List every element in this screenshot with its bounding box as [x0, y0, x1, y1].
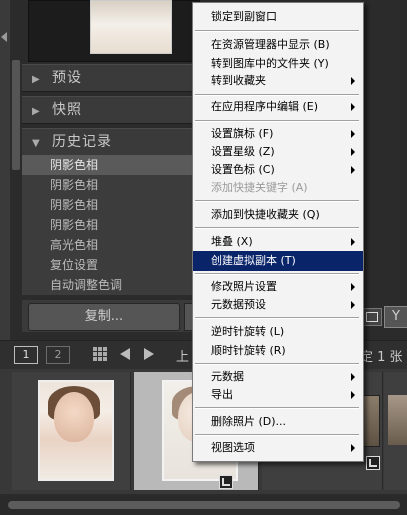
navigator-preview-image: [90, 0, 172, 54]
menu-item-set-flag[interactable]: 设置旗标 (F): [193, 124, 363, 144]
panel-header-history[interactable]: ▼ 历史记录: [22, 128, 197, 156]
main-window-button[interactable]: 1: [14, 346, 38, 364]
menu-separator: [195, 200, 359, 202]
before-after-view-button[interactable]: Y: [384, 306, 407, 328]
grid-view-icon[interactable]: [93, 347, 107, 361]
submenu-arrow-icon: [351, 148, 355, 156]
collapsed-triangle-icon: ▶: [32, 106, 40, 117]
menu-item-label: 设置旗标 (F): [211, 127, 274, 140]
menu-item-label: 元数据: [211, 370, 244, 383]
menu-item-set-color-label[interactable]: 设置色标 (C): [193, 160, 363, 180]
menu-item-label: 在资源管理器中显示 (B): [211, 38, 330, 51]
left-panel-scrollbar[interactable]: [12, 60, 20, 170]
forward-arrow-icon[interactable]: [144, 348, 154, 360]
secondary-window-button[interactable]: 2: [46, 346, 70, 364]
history-item[interactable]: 阴影色相: [22, 175, 197, 195]
history-item[interactable]: 自动调整色调: [22, 275, 197, 295]
submenu-arrow-icon: [351, 238, 355, 246]
context-menu: 锁定到副窗口 在资源管理器中显示 (B) 转到图库中的文件夹 (Y) 转到收藏夹…: [192, 2, 364, 462]
submenu-arrow-icon: [351, 301, 355, 309]
panel-header-presets[interactable]: ▶ 预设: [22, 64, 197, 92]
copy-button[interactable]: 复制...: [28, 303, 180, 331]
menu-item-metadata-presets[interactable]: 元数据预设: [193, 295, 363, 315]
menu-item-label: 删除照片 (D)...: [211, 415, 287, 428]
menu-separator: [195, 317, 359, 319]
menu-item-go-to-collection[interactable]: 转到收藏夹: [193, 71, 363, 91]
menu-item-edit-in[interactable]: 在应用程序中编辑 (E): [193, 97, 363, 117]
history-item[interactable]: 高光色相: [22, 235, 197, 255]
menu-separator: [195, 407, 359, 409]
panel-header-snapshots[interactable]: ▶ 快照: [22, 96, 197, 124]
menu-item-rotate-left[interactable]: 逆时针旋转 (L): [193, 322, 363, 342]
menu-item-label: 设置色标 (C): [211, 163, 275, 176]
photo-thumbnail[interactable]: [388, 395, 407, 445]
submenu-arrow-icon: [351, 166, 355, 174]
menu-item-label: 设置星级 (Z): [211, 145, 275, 158]
menu-item-label: 在应用程序中编辑 (E): [211, 100, 319, 113]
menu-item-label: 顺时针旋转 (R): [211, 344, 286, 357]
loupe-view-button[interactable]: [362, 308, 382, 326]
submenu-arrow-icon: [351, 373, 355, 381]
loupe-view-icon: [366, 312, 378, 322]
menu-item-label: 转到图库中的文件夹 (Y): [211, 57, 329, 70]
submenu-arrow-icon: [351, 103, 355, 111]
submenu-arrow-icon: [351, 444, 355, 452]
photo-thumbnail[interactable]: [38, 380, 114, 481]
thumbnail-face: [54, 392, 94, 442]
menu-item-delete-photo[interactable]: 删除照片 (D)...: [193, 412, 363, 432]
menu-item-label: 添加到快捷收藏夹 (Q): [211, 208, 320, 221]
menu-separator: [195, 120, 359, 122]
menu-item-view-options[interactable]: 视图选项: [193, 438, 363, 458]
edited-badge-icon: [366, 456, 380, 470]
menu-item-label: 转到收藏夹: [211, 74, 266, 87]
menu-separator: [195, 94, 359, 96]
panel-header-label: 历史记录: [52, 134, 112, 150]
menu-item-label: 修改照片设置: [211, 280, 277, 293]
menu-separator: [195, 363, 359, 365]
filmstrip-source-label[interactable]: 上: [176, 346, 189, 365]
menu-item-label: 导出: [211, 388, 233, 401]
submenu-arrow-icon: [351, 77, 355, 85]
filmstrip-scrollbar-thumb[interactable]: [8, 501, 400, 509]
submenu-arrow-icon: [351, 391, 355, 399]
collapse-left-panel-icon[interactable]: [1, 32, 7, 42]
menu-item-stacking[interactable]: 堆叠 (X): [193, 232, 363, 252]
menu-item-label: 元数据预设: [211, 298, 266, 311]
submenu-arrow-icon: [351, 130, 355, 138]
menu-separator: [195, 30, 359, 32]
menu-item-label: 视图选项: [211, 441, 255, 454]
back-arrow-icon[interactable]: [120, 348, 130, 360]
history-item[interactable]: 阴影色相: [22, 195, 197, 215]
menu-item-label: 锁定到副窗口: [211, 10, 277, 23]
menu-item-add-shortcut-keyword: 添加快捷关键字 (A): [193, 178, 363, 198]
panel-header-label: 快照: [52, 102, 82, 118]
edited-badge-icon: [219, 475, 233, 489]
history-item[interactable]: 阴影色相: [22, 155, 197, 175]
menu-separator: [195, 227, 359, 229]
submenu-arrow-icon: [351, 283, 355, 291]
history-item[interactable]: 阴影色相: [22, 215, 197, 235]
panel-header-label: 预设: [52, 70, 82, 86]
selected-count-label: 定 1 张: [360, 350, 403, 365]
menu-separator: [195, 273, 359, 275]
menu-item-label: 创建虚拟副本 (T): [211, 254, 296, 267]
menu-item-show-in-explorer[interactable]: 在资源管理器中显示 (B): [193, 35, 363, 55]
menu-separator: [195, 434, 359, 436]
menu-item-rotate-right[interactable]: 顺时针旋转 (R): [193, 341, 363, 361]
history-list: 阴影色相 阴影色相 阴影色相 阴影色相 高光色相 复位设置 自动调整色调: [22, 155, 197, 295]
history-item[interactable]: 复位设置: [22, 255, 197, 275]
left-panel-edge[interactable]: [0, 0, 10, 350]
menu-item-label: 添加快捷关键字 (A): [211, 181, 308, 194]
menu-item-set-rating[interactable]: 设置星级 (Z): [193, 142, 363, 162]
menu-item-add-to-quick-collection[interactable]: 添加到快捷收藏夹 (Q): [193, 205, 363, 225]
menu-item-export[interactable]: 导出: [193, 385, 363, 405]
menu-item-label: 逆时针旋转 (L): [211, 325, 285, 338]
menu-item-metadata[interactable]: 元数据: [193, 367, 363, 387]
menu-item-label: 堆叠 (X): [211, 235, 253, 248]
menu-item-create-virtual-copy[interactable]: 创建虚拟副本 (T): [193, 251, 363, 271]
menu-item-lock-to-second-window[interactable]: 锁定到副窗口: [193, 7, 363, 27]
expanded-triangle-icon: ▼: [32, 138, 40, 149]
menu-item-develop-settings[interactable]: 修改照片设置: [193, 277, 363, 297]
collapsed-triangle-icon: ▶: [32, 74, 40, 85]
